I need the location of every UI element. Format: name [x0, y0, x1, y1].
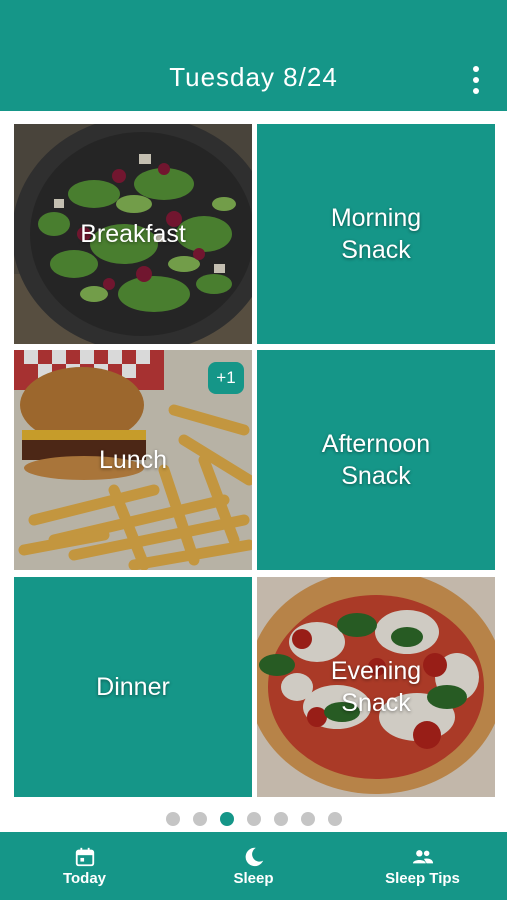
page-dot[interactable]: [327, 812, 342, 826]
nav-label: Today: [62, 869, 107, 887]
meal-label: Afternoon Snack: [321, 430, 431, 490]
page-dot[interactable]: [192, 812, 207, 826]
app-header: Tuesday 8/24: [0, 0, 507, 111]
calendar-icon: [75, 847, 94, 866]
bottom-nav: Today Sleep Sleep Tips: [0, 832, 507, 900]
page-dot[interactable]: [300, 812, 315, 826]
meal-tile-evening-snack[interactable]: Evening Snack: [257, 577, 495, 797]
people-icon: [412, 849, 433, 863]
meal-label: Morning Snack: [330, 204, 422, 264]
meal-label: Breakfast: [80, 220, 186, 248]
page-dot[interactable]: [246, 812, 261, 826]
meal-label: Dinner: [96, 673, 170, 701]
more-vert-icon[interactable]: [467, 66, 485, 94]
page-title: Tuesday 8/24: [169, 62, 338, 92]
nav-label: Sleep: [233, 869, 274, 887]
meal-tile-dinner[interactable]: Dinner: [14, 577, 252, 797]
page-dot[interactable]: [273, 812, 288, 826]
page-dot-active[interactable]: [219, 812, 234, 826]
meal-tile-morning-snack[interactable]: Morning Snack: [257, 124, 495, 344]
extra-items-badge: +1: [208, 362, 244, 394]
moon-icon: [245, 847, 263, 866]
page-indicator: [0, 812, 507, 826]
nav-sleep[interactable]: Sleep: [169, 832, 338, 900]
nav-sleep-tips[interactable]: Sleep Tips: [338, 832, 507, 900]
nav-label: Sleep Tips: [385, 869, 460, 887]
nav-today[interactable]: Today: [0, 832, 169, 900]
meal-tile-afternoon-snack[interactable]: Afternoon Snack: [257, 350, 495, 570]
page-dot[interactable]: [165, 812, 180, 826]
meal-label: Evening Snack: [330, 657, 422, 717]
meal-tile-lunch[interactable]: Lunch +1: [14, 350, 252, 570]
meal-tile-breakfast[interactable]: Breakfast: [14, 124, 252, 344]
